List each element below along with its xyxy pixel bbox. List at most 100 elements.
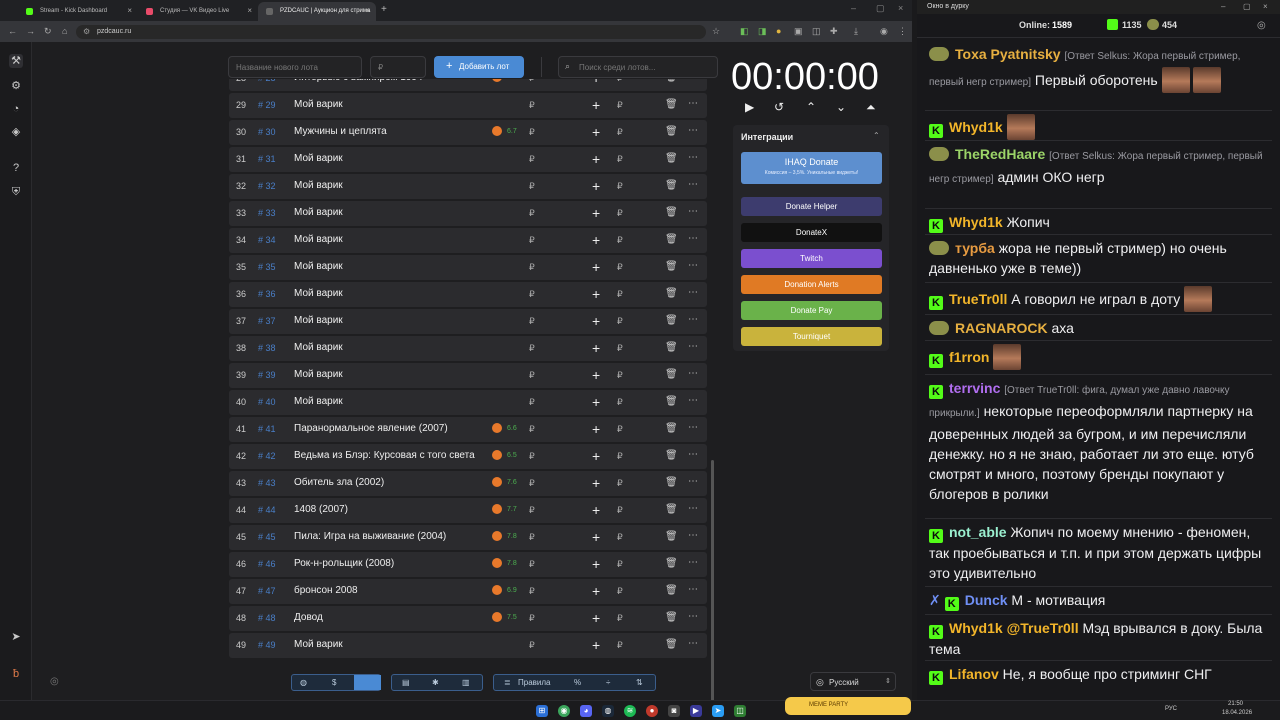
- close-tab-icon[interactable]: ×: [127, 6, 132, 15]
- lot-row[interactable]: 29 # 29 Мой варик ₽ + ₽ 🗑 ⋯: [229, 93, 707, 118]
- add-amount-icon[interactable]: +: [592, 97, 600, 113]
- lot-row[interactable]: 45 # 45 Пила: Игра на выживание (2004) 7.8 ₽…: [229, 525, 707, 550]
- chat-username[interactable]: турба: [955, 240, 995, 256]
- delete-lot-icon[interactable]: 🗑: [665, 477, 678, 488]
- windows-start-icon[interactable]: ⊞: [536, 705, 548, 717]
- rules-icon[interactable]: ≣: [504, 678, 511, 687]
- table-view-icon[interactable]: [354, 675, 381, 690]
- lot-extra-amount[interactable]: ₽: [617, 235, 623, 246]
- delete-lot-icon[interactable]: 🗑: [665, 99, 678, 110]
- donatex-button[interactable]: DonateX: [741, 223, 882, 242]
- chat-username[interactable]: Dunck: [965, 592, 1008, 608]
- app-icon[interactable]: ●: [646, 705, 658, 717]
- lot-title[interactable]: Довод: [294, 612, 477, 623]
- chat-username[interactable]: Whyd1k: [949, 620, 1003, 636]
- lot-title[interactable]: Обитель зла (2002): [294, 477, 477, 488]
- delete-lot-icon[interactable]: 🗑: [665, 288, 678, 299]
- visibility-eye-icon[interactable]: ◎: [50, 676, 59, 687]
- close-tab-icon[interactable]: ×: [365, 6, 370, 15]
- delete-lot-icon[interactable]: 🗑: [665, 180, 678, 191]
- delete-lot-icon[interactable]: 🗑: [665, 369, 678, 380]
- spotify-icon[interactable]: ≋: [624, 705, 636, 717]
- lot-title[interactable]: Мой варик: [294, 288, 477, 299]
- lot-amount[interactable]: ₽: [529, 532, 535, 543]
- lot-amount[interactable]: ₽: [529, 613, 535, 624]
- chat-username[interactable]: not_able: [949, 524, 1007, 540]
- github-icon[interactable]: ◍: [300, 678, 307, 687]
- stats-icon[interactable]: ▥: [462, 678, 470, 687]
- lot-row[interactable]: 48 # 48 Довод 7.5 ₽ + ₽ 🗑 ⋯: [229, 606, 707, 631]
- app-icon[interactable]: ▶: [690, 705, 702, 717]
- rules-label[interactable]: Правила: [518, 678, 550, 687]
- add-amount-icon[interactable]: +: [592, 556, 600, 572]
- lot-extra-amount[interactable]: ₽: [617, 181, 623, 192]
- discord-icon[interactable]: ◕: [580, 705, 592, 717]
- lot-title[interactable]: Рок-н-рольщик (2008): [294, 558, 477, 569]
- lot-extra-amount[interactable]: ₽: [617, 613, 623, 624]
- add-amount-icon[interactable]: +: [592, 178, 600, 194]
- more-options-icon[interactable]: ⋯: [688, 638, 698, 649]
- lot-row[interactable]: 36 # 36 Мой варик ₽ + ₽ 🗑 ⋯: [229, 282, 707, 307]
- lot-extra-amount[interactable]: ₽: [617, 640, 623, 651]
- more-options-icon[interactable]: ⋯: [688, 79, 698, 82]
- chat-username[interactable]: RAGNAROCK: [955, 320, 1048, 336]
- lot-title[interactable]: Мой варик: [294, 234, 477, 245]
- add-amount-icon[interactable]: +: [592, 475, 600, 491]
- lot-extra-amount[interactable]: ₽: [617, 208, 623, 219]
- lot-amount[interactable]: ₽: [529, 640, 535, 651]
- chat-username[interactable]: Toxa Pyatnitsky: [955, 46, 1061, 62]
- lot-amount[interactable]: ₽: [529, 370, 535, 381]
- lot-row[interactable]: 39 # 39 Мой варик ₽ + ₽ 🗑 ⋯: [229, 363, 707, 388]
- more-options-icon[interactable]: ⋯: [688, 530, 698, 541]
- add-amount-icon[interactable]: +: [592, 421, 600, 437]
- lot-extra-amount[interactable]: ₽: [617, 370, 623, 381]
- lot-amount[interactable]: ₽: [529, 343, 535, 354]
- minimize-icon[interactable]: –: [851, 3, 856, 13]
- lot-extra-amount[interactable]: ₽: [617, 316, 623, 327]
- delete-lot-icon[interactable]: 🗑: [665, 558, 678, 569]
- lot-title[interactable]: Пила: Игра на выживание (2004): [294, 531, 477, 542]
- lot-title[interactable]: Мой варик: [294, 396, 477, 407]
- delete-lot-icon[interactable]: 🗑: [665, 79, 678, 83]
- lot-row[interactable]: 49 # 49 Мой варик ₽ + ₽ 🗑 ⋯: [229, 633, 707, 658]
- lot-title[interactable]: Мой варик: [294, 99, 477, 110]
- meme-party-widget[interactable]: MEME PARTY: [785, 697, 911, 715]
- reset-timer-icon[interactable]: ↺: [774, 100, 784, 114]
- list-scrollbar[interactable]: [711, 460, 714, 706]
- lot-extra-amount[interactable]: ₽: [617, 424, 623, 435]
- app-icon[interactable]: ◙: [668, 705, 680, 717]
- lot-title[interactable]: Мой варик: [294, 639, 477, 650]
- add-amount-icon[interactable]: +: [592, 637, 600, 653]
- archive-icon[interactable]: ▤: [402, 678, 410, 687]
- lot-amount[interactable]: ₽: [529, 79, 535, 84]
- more-options-icon[interactable]: ⋯: [688, 98, 698, 109]
- chat-username[interactable]: TheRedHaare: [955, 146, 1045, 162]
- lot-amount[interactable]: ₽: [529, 478, 535, 489]
- more-options-icon[interactable]: ⋯: [688, 503, 698, 514]
- delete-lot-icon[interactable]: 🗑: [665, 342, 678, 353]
- lot-amount[interactable]: ₽: [529, 127, 535, 138]
- maximize-icon[interactable]: ▢: [876, 3, 885, 14]
- lot-amount[interactable]: ₽: [529, 316, 535, 327]
- lot-row[interactable]: 34 # 34 Мой варик ₽ + ₽ 🗑 ⋯: [229, 228, 707, 253]
- lot-row[interactable]: 40 # 40 Мой варик ₽ + ₽ 🗑 ⋯: [229, 390, 707, 415]
- tab-pzdcauc[interactable]: PZDCAUC | Аукцион для стрима ×: [258, 2, 376, 21]
- download-icon[interactable]: ⤓: [854, 26, 858, 37]
- donation-alerts-button[interactable]: Donation Alerts: [741, 275, 882, 294]
- forward-icon[interactable]: →: [26, 26, 35, 36]
- lot-title[interactable]: Паранормальное явление (2007): [294, 423, 477, 434]
- ihaq-donate-button[interactable]: IHAQ Donate Комиссия – 3,5%. Уникальные …: [741, 152, 882, 184]
- delete-lot-icon[interactable]: 🗑: [665, 207, 678, 218]
- more-options-icon[interactable]: ⋯: [688, 476, 698, 487]
- more-options-icon[interactable]: ⋯: [688, 206, 698, 217]
- help-icon[interactable]: ?: [9, 161, 23, 175]
- delete-lot-icon[interactable]: 🗑: [665, 396, 678, 407]
- lot-row[interactable]: 43 # 43 Обитель зла (2002) 7.6 ₽ + ₽ 🗑 ⋯: [229, 471, 707, 496]
- sort-icon[interactable]: ⇅: [636, 678, 643, 687]
- add-amount-icon[interactable]: +: [592, 394, 600, 410]
- add-amount-icon[interactable]: +: [592, 151, 600, 167]
- delete-lot-icon[interactable]: 🗑: [665, 126, 678, 137]
- more-options-icon[interactable]: ⋯: [688, 368, 698, 379]
- more-options-icon[interactable]: ⋯: [688, 584, 698, 595]
- more-options-icon[interactable]: ⋯: [688, 341, 698, 352]
